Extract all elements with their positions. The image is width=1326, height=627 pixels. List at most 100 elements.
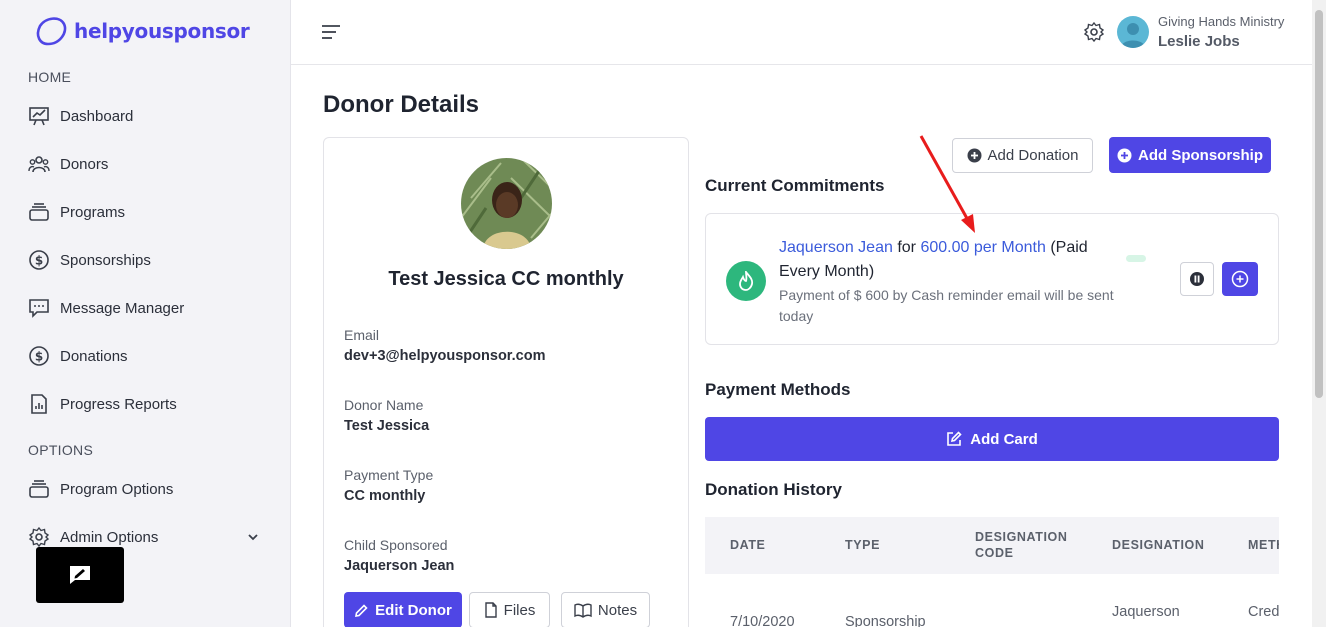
col-method[interactable]: METHOD: [1248, 537, 1279, 553]
sidebar-item-progress-reports[interactable]: Progress Reports: [28, 390, 268, 418]
page-scrollbar[interactable]: [1312, 0, 1326, 627]
plus-circle-icon: [1117, 148, 1132, 162]
section-home: HOME: [28, 69, 72, 85]
edit-donor-button[interactable]: Edit Donor: [344, 592, 462, 627]
sidebar-item-donors[interactable]: Donors: [28, 150, 268, 178]
add-donation-label: Add Donation: [987, 147, 1079, 164]
add-donation-button[interactable]: Add Donation: [952, 138, 1093, 173]
donor-name-label: Donor Name: [344, 397, 424, 413]
chevron-down-icon[interactable]: [246, 530, 260, 544]
for-text: for: [897, 239, 916, 256]
stack-icon: [29, 480, 49, 498]
sidebar-item-label: Sponsorships: [60, 251, 151, 269]
edit-donor-label: Edit Donor: [375, 601, 452, 619]
sidebar-item-label: Dashboard: [60, 107, 134, 125]
page-title: Donor Details: [323, 91, 480, 118]
commitment-note: Payment of $ 600 by Cash reminder email …: [779, 287, 1114, 324]
cell-method: Credit: [1248, 604, 1279, 620]
notes-label: Notes: [597, 601, 638, 619]
donation-history-title: Donation History: [705, 480, 842, 499]
message-icon: [29, 299, 49, 318]
organization-name: Giving Hands Ministry: [1158, 14, 1285, 29]
sidebar-item-donations[interactable]: $ Donations: [28, 342, 268, 370]
add-sponsorship-button[interactable]: Add Sponsorship: [1109, 137, 1271, 173]
col-type[interactable]: TYPE: [845, 537, 880, 553]
sidebar-item-label: Program Options: [60, 480, 174, 498]
email-label: Email: [344, 327, 380, 343]
pause-icon: [1190, 272, 1204, 286]
edit-square-icon: [947, 431, 962, 446]
sidebar-item-program-options[interactable]: Program Options: [28, 475, 268, 503]
payment-type-label: Payment Type: [344, 467, 434, 483]
files-button[interactable]: Files: [469, 592, 550, 627]
commitment-card: Jaquerson Jean for 600.00 per Month (Pai…: [705, 213, 1279, 345]
dollar-circle-icon: $: [29, 346, 49, 366]
fire-icon: [726, 261, 766, 301]
current-commitments-title: Current Commitments: [705, 176, 885, 195]
status-badge: [1126, 255, 1146, 262]
gear-icon: [28, 526, 50, 548]
payment-type-value: CC monthly: [344, 488, 426, 504]
sidebar-item-sponsorships[interactable]: $ Sponsorships: [28, 246, 268, 274]
child-photo-image: [461, 158, 552, 249]
sidebar-item-label: Message Manager: [60, 299, 185, 317]
user-name[interactable]: Leslie Jobs: [1158, 33, 1240, 50]
plus-circle-icon: [1231, 270, 1249, 288]
file-icon: [484, 602, 497, 618]
col-date[interactable]: DATE: [730, 537, 766, 553]
top-bar: Giving Hands Ministry Leslie Jobs: [291, 0, 1312, 65]
email-value: dev+3@helpyousponsor.com: [344, 348, 546, 364]
donor-photo: [461, 158, 552, 249]
col-designation[interactable]: DESIGNATION: [1112, 537, 1204, 553]
book-icon: [574, 603, 592, 618]
donor-name-value: Test Jessica: [344, 418, 430, 434]
sidebar-item-label: Donations: [60, 347, 128, 365]
table-header: DATE TYPE DESIGNATION CODE DESIGNATION M…: [705, 517, 1279, 574]
section-options: OPTIONS: [28, 442, 94, 458]
settings-gear-icon[interactable]: [1083, 21, 1105, 43]
users-icon: [28, 156, 50, 173]
scrollbar-thumb[interactable]: [1315, 10, 1323, 398]
svg-text:$: $: [35, 254, 43, 268]
sidebar-item-label: Programs: [60, 203, 126, 221]
add-payment-button[interactable]: [1222, 262, 1258, 296]
sidebar: helpyousponsor HOME Dashboard Donors Pro…: [0, 0, 291, 627]
plus-circle-icon: [967, 148, 982, 163]
menu-toggle-icon[interactable]: [321, 23, 341, 41]
sidebar-item-message-manager[interactable]: Message Manager: [28, 294, 268, 322]
sidebar-item-programs[interactable]: Programs: [28, 198, 268, 226]
add-card-button[interactable]: Add Card: [705, 417, 1279, 461]
cell-date: 7/10/2020: [730, 614, 795, 627]
child-sponsored-value: Jaquerson Jean: [344, 558, 455, 574]
logo-icon: [36, 17, 67, 46]
add-card-label: Add Card: [970, 430, 1038, 448]
report-icon: [31, 394, 47, 414]
files-label: Files: [503, 601, 536, 619]
cell-type: Sponsorship: [845, 614, 926, 627]
donation-history-table: DATE TYPE DESIGNATION CODE DESIGNATION M…: [705, 517, 1279, 627]
presentation-chart-icon: [29, 107, 49, 126]
donor-profile-card: Test Jessica CC monthly Email dev+3@help…: [323, 137, 689, 627]
svg-text:$: $: [35, 350, 43, 364]
brand-name: helpyousponsor: [74, 19, 250, 43]
pause-button[interactable]: [1180, 262, 1214, 296]
pencil-icon: [355, 603, 368, 617]
cell-designation[interactable]: Jaquerson: [1112, 604, 1180, 620]
chat-widget-button[interactable]: [36, 547, 124, 603]
col-designation-code[interactable]: DESIGNATION CODE: [975, 529, 1075, 561]
sidebar-item-dashboard[interactable]: Dashboard: [28, 102, 268, 130]
amount-link[interactable]: 600.00 per Month: [920, 239, 1045, 256]
dollar-circle-icon: $: [29, 250, 49, 270]
sidebar-item-label: Progress Reports: [60, 395, 177, 413]
user-silhouette-icon: [1121, 23, 1145, 48]
brand-logo[interactable]: helpyousponsor: [34, 14, 250, 48]
child-link[interactable]: Jaquerson Jean: [779, 239, 893, 256]
user-avatar[interactable]: [1117, 16, 1149, 48]
chat-edit-icon: [70, 566, 90, 584]
add-sponsorship-label: Add Sponsorship: [1138, 146, 1263, 164]
child-sponsored-label: Child Sponsored: [344, 537, 448, 553]
stack-icon: [29, 203, 49, 221]
commitment-summary: Jaquerson Jean for 600.00 per Month (Pai…: [779, 236, 1129, 284]
payment-methods-title: Payment Methods: [705, 380, 851, 399]
notes-button[interactable]: Notes: [561, 592, 650, 627]
